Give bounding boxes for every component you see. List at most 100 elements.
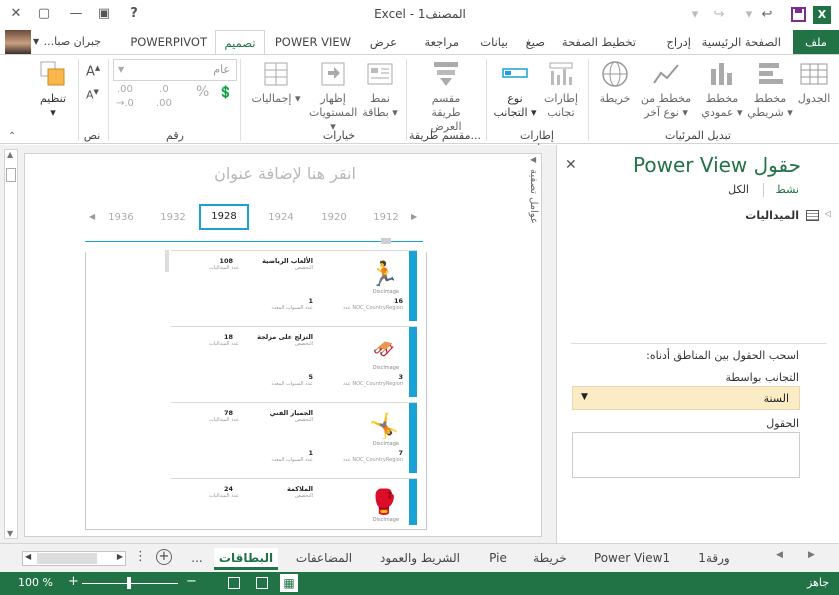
multiples-button[interactable]: مقسم طريقة العرض xyxy=(415,59,477,134)
close-icon[interactable]: ✕ xyxy=(565,157,577,173)
card[interactable]: 🛷 DiscImage التزلج على مزلجة التخصص 18 ع… xyxy=(171,326,417,398)
new-sheet-icon[interactable]: + xyxy=(156,549,172,565)
fields-drop-zone[interactable] xyxy=(572,432,800,478)
scroll-thumb[interactable] xyxy=(37,553,97,564)
minimize-window-icon[interactable]: — xyxy=(68,6,84,22)
zoom-level[interactable]: 100 % xyxy=(18,576,53,589)
scroll-sheets-right-icon[interactable]: ◀ xyxy=(776,550,783,560)
page-break-view-icon[interactable] xyxy=(228,577,240,589)
number-format-dropdown[interactable]: ▼ عام xyxy=(113,59,237,81)
sheet-tab-cards[interactable]: البطاقات xyxy=(214,548,278,570)
horizontal-scrollbar[interactable]: ◀ ▶ xyxy=(22,551,126,566)
tab-insert[interactable]: إدراج xyxy=(667,30,692,54)
tab-view[interactable]: عرض xyxy=(370,30,397,54)
normal-view-icon[interactable]: ▦ xyxy=(280,574,298,592)
percent-style-icon[interactable]: % xyxy=(196,85,209,99)
scroll-left-icon[interactable]: ◀ xyxy=(89,212,95,221)
customize-qat-icon[interactable]: ▾ xyxy=(686,6,704,24)
timeline-year[interactable]: 1924 xyxy=(261,212,301,223)
increase-font-icon[interactable]: A▲ xyxy=(86,61,100,79)
sheet-tab-overflow[interactable]: ... xyxy=(184,548,210,570)
card-style-button[interactable]: نمط بطاقة ▾ xyxy=(361,59,399,120)
filters-pane-toggle[interactable]: ◀ عوامل تصفية xyxy=(528,153,542,283)
bar-chart-label-2: شريطي xyxy=(747,106,784,119)
sheet-tab-multiples[interactable]: المضاعفات xyxy=(286,548,362,570)
save-icon[interactable] xyxy=(791,7,806,22)
chevron-right-icon[interactable]: ◁ xyxy=(825,209,831,218)
page-layout-view-icon[interactable] xyxy=(256,577,268,589)
totals-button[interactable]: إجماليات ▾ xyxy=(247,59,305,106)
bar-chart-button[interactable]: مخطط شريطي ▾ xyxy=(747,59,793,120)
increase-decimal-button[interactable]: .0.00 xyxy=(156,83,172,111)
undo-icon[interactable]: ↩ xyxy=(758,6,776,24)
card[interactable]: 🏃 DiscImage الألعاب الرياضية التخصص 108 … xyxy=(171,250,417,322)
currency-format-icon[interactable]: 💲 xyxy=(218,85,233,99)
tab-all-fields[interactable]: الكل xyxy=(728,183,749,196)
tab-powerpivot[interactable]: POWERPIVOT xyxy=(130,30,207,54)
scroll-sheets-left-icon[interactable]: ▶ xyxy=(808,550,815,560)
sheet-tab-bar-column[interactable]: الشريط والعمود xyxy=(368,548,472,570)
tab-active-fields[interactable]: نشط xyxy=(776,183,799,196)
tab-file[interactable]: ملف xyxy=(793,30,839,54)
tab-data[interactable]: بيانات xyxy=(480,30,508,54)
zoom-out-icon[interactable]: − xyxy=(186,574,197,589)
other-chart-button[interactable]: مخطط من نوع آخر ▾ xyxy=(639,59,693,120)
arrange-button[interactable]: تنظيم ▾ xyxy=(36,59,70,120)
tile-by-field[interactable]: ▼ السنة xyxy=(572,386,800,410)
table-button[interactable]: الجدول xyxy=(795,59,833,106)
zoom-slider-thumb[interactable] xyxy=(127,577,131,589)
column-chart-button[interactable]: مخطط عمودي ▾ xyxy=(699,59,745,120)
timeline-year[interactable]: 1912 xyxy=(366,212,406,223)
add-title-placeholder[interactable]: انقر هنا لإضافة عنوان xyxy=(175,164,395,183)
timeline-year[interactable]: 1920 xyxy=(314,212,354,223)
tab-formulas[interactable]: صيغ xyxy=(526,30,545,54)
card-medal-count: 18 xyxy=(223,333,233,341)
tab-home[interactable]: الصفحة الرئيسية xyxy=(702,30,781,54)
tab-power-view[interactable]: POWER VIEW xyxy=(275,30,351,54)
scroll-down-icon[interactable]: ▼ xyxy=(7,529,13,538)
scroll-left-icon[interactable]: ◀ xyxy=(25,552,31,561)
zoom-in-icon[interactable]: + xyxy=(68,574,79,589)
field-table-name[interactable]: الميداليات xyxy=(745,209,799,222)
scroll-thumb[interactable] xyxy=(6,168,16,182)
redo-icon[interactable]: ↪ xyxy=(710,6,728,24)
tiles-icon xyxy=(549,62,573,85)
tiles-by-button[interactable]: إطارات تجانب xyxy=(541,59,581,120)
card-image-label: DiscImage xyxy=(372,289,399,295)
close-window-icon[interactable]: ✕ xyxy=(8,6,24,22)
show-levels-button[interactable]: إظهار المستويات ▾ xyxy=(309,59,357,134)
card-scrollbar[interactable] xyxy=(165,250,169,272)
card-region-caption: NOC_CountryRegion عدد xyxy=(342,457,403,463)
help-icon[interactable]: ? xyxy=(126,6,142,22)
vertical-scrollbar[interactable]: ▲ ▼ xyxy=(4,149,18,539)
scroll-right-icon[interactable]: ▶ xyxy=(411,212,417,221)
bobsleigh-pictogram-icon: 🛷 xyxy=(372,339,396,360)
card[interactable]: 🤸 DiscImage الجمباز الفني التخصص 78 عدد … xyxy=(171,402,417,474)
scroll-right-icon[interactable]: ▶ xyxy=(117,552,123,561)
tab-page-layout[interactable]: تخطيط الصفحة xyxy=(562,30,636,54)
sheet-tab-sheet1[interactable]: ورقة1 xyxy=(690,548,738,570)
timeline-year[interactable]: 1936 xyxy=(101,212,141,223)
restore-window-icon[interactable]: ▢ xyxy=(36,6,52,22)
timeline-year-selected[interactable]: 1928 xyxy=(199,204,249,230)
ribbon-display-icon[interactable]: ▣ xyxy=(96,6,112,22)
undo-dropdown-icon[interactable]: ▾ xyxy=(740,6,758,24)
sheet-tab-pie[interactable]: Pie xyxy=(480,548,516,570)
gymnastics-pictogram-icon: 🤸 xyxy=(369,412,399,440)
map-button[interactable]: خريطة xyxy=(595,59,635,106)
more-options-icon[interactable]: ⋮ xyxy=(134,549,147,564)
collapse-ribbon-icon[interactable]: ⌃ xyxy=(8,131,16,142)
scroll-up-icon[interactable]: ▲ xyxy=(7,150,13,159)
card-region-count: 3 xyxy=(398,373,403,381)
resize-handle[interactable] xyxy=(381,238,391,244)
tile-type-button[interactable]: نوع التجانب ▾ xyxy=(493,59,537,120)
tab-review[interactable]: مراجعة xyxy=(424,30,459,54)
sheet-tab-map[interactable]: خريطة xyxy=(522,548,578,570)
timeline-year[interactable]: 1932 xyxy=(153,212,193,223)
decrease-font-icon[interactable]: A▼ xyxy=(86,85,99,103)
tab-design[interactable]: تصميم xyxy=(215,30,265,55)
card[interactable]: 🥊 DiscImage الملاكمة التخصص 24 عدد الميد… xyxy=(171,478,417,526)
sheet-tab-power-view1[interactable]: Power View1 xyxy=(586,548,678,570)
decrease-decimal-button[interactable]: .00 →.0 xyxy=(116,83,134,111)
chevron-down-icon[interactable]: ▼ xyxy=(581,392,588,402)
